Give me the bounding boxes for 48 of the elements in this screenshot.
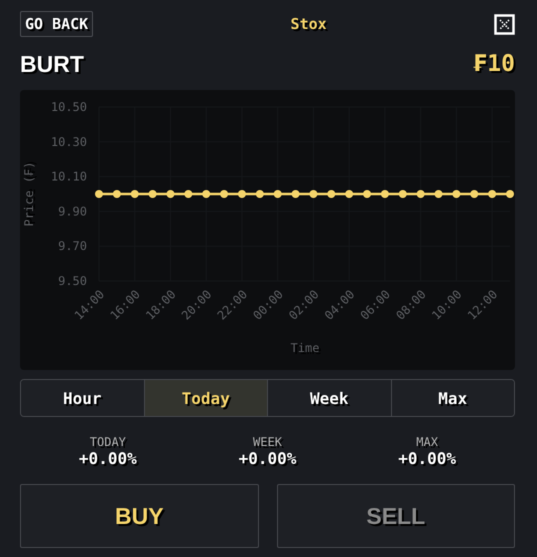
data-point: [434, 190, 443, 198]
data-point: [292, 190, 300, 198]
data-point: [488, 190, 496, 198]
stat-value: +0.00%: [78, 449, 137, 468]
stock-price: ₣10: [473, 51, 515, 77]
data-point: [380, 190, 389, 198]
y-tick-label: 9.70: [58, 239, 87, 254]
data-point: [363, 190, 372, 198]
back-button[interactable]: GO BACK: [20, 11, 94, 37]
data-point: [327, 190, 336, 198]
data-point: [416, 190, 425, 198]
y-axis-label: Price (₣): [22, 161, 36, 227]
data-point: [130, 190, 139, 198]
y-tick-label: 10.10: [50, 170, 87, 184]
data-point: [398, 190, 407, 198]
data-point: [452, 190, 460, 198]
stat-label: TODAY: [90, 435, 126, 449]
data-point: [95, 190, 103, 198]
app-title: Stox: [290, 15, 327, 33]
data-point: [220, 190, 228, 198]
y-tick-label: 10.30: [50, 134, 87, 149]
stat-value: +0.00%: [238, 449, 296, 468]
range-tab[interactable]: Max: [390, 380, 514, 416]
range-tab[interactable]: Today: [144, 380, 267, 416]
data-point: [506, 190, 514, 198]
data-point: [274, 190, 282, 198]
y-tick-label: 9.50: [58, 274, 87, 288]
range-tab[interactable]: Week: [267, 380, 390, 416]
data-point: [238, 190, 246, 198]
stat-value: +0.00%: [398, 449, 456, 468]
data-point: [470, 190, 478, 198]
x-axis-label: Time: [290, 341, 320, 355]
close-icon[interactable]: [494, 14, 515, 34]
data-point: [256, 190, 264, 198]
data-point: [309, 190, 318, 198]
y-tick-label: 9.90: [58, 204, 87, 218]
data-point: [184, 190, 192, 198]
data-point: [202, 190, 210, 198]
stat-label: MAX: [416, 435, 438, 449]
data-point: [148, 190, 157, 198]
data-point: [345, 190, 354, 198]
range-tab[interactable]: Hour: [21, 380, 144, 416]
stock-symbol: BURT: [20, 50, 84, 78]
data-point: [166, 190, 174, 198]
buy-button[interactable]: BUY: [20, 484, 258, 548]
data-point: [112, 190, 121, 198]
y-tick-label: 10.50: [50, 100, 87, 114]
stat-label: WEEK: [253, 435, 282, 449]
